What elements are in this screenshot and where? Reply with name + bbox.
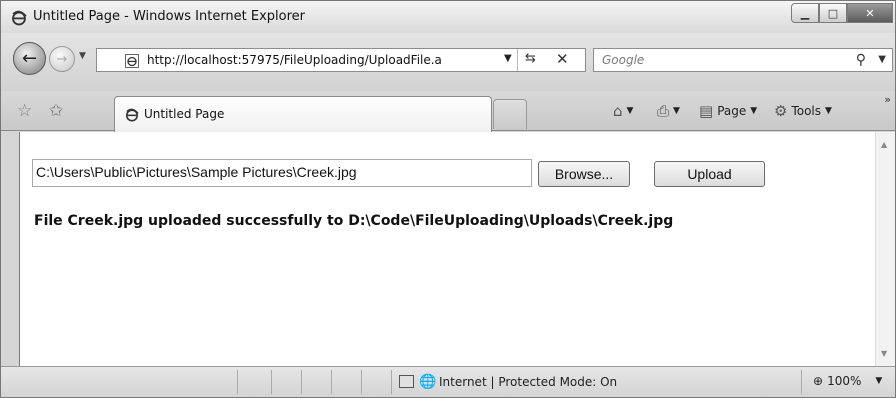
back-button[interactable]: ← (13, 42, 46, 75)
address-bar[interactable]: http://localhost:57975/FileUploading/Upl… (96, 48, 586, 72)
upload-button[interactable]: Upload (654, 161, 765, 187)
zoom-level: 100% (827, 374, 862, 388)
gear-icon: ⚙ (774, 102, 788, 120)
security-zone-text[interactable]: Internet | Protected Mode: On (439, 375, 617, 389)
search-icon[interactable]: ⚲ (856, 52, 866, 68)
zoom-control[interactable]: ⊕ 100% ▼ (813, 374, 882, 388)
status-divider (331, 370, 332, 394)
file-path-input[interactable]: C:\Users\Public\Pictures\Sample Pictures… (32, 159, 532, 187)
refresh-icon[interactable]: ⇆ (525, 51, 536, 66)
tools-menu-button[interactable]: ⚙ Tools ▼ (774, 102, 832, 120)
address-url[interactable]: http://localhost:57975/FileUploading/Upl… (147, 53, 490, 67)
home-button[interactable]: ⌂ ▼ (613, 102, 633, 120)
minimize-icon: ▁ (800, 6, 810, 20)
page-menu-label: Page (717, 104, 747, 118)
new-tab-button[interactable] (493, 99, 527, 129)
title-bar: Untitled Page - Windows Internet Explore… (1, 1, 895, 33)
status-bar: 🌐 Internet | Protected Mode: On ⊕ 100% ▼ (1, 366, 895, 397)
navigation-bar: ← → ▼ http://localhost:57975/FileUploadi… (1, 33, 895, 91)
page-favicon-icon (125, 54, 139, 68)
favorites-star-icon[interactable]: ☆ (17, 101, 32, 121)
maximize-icon: □ (827, 6, 839, 20)
status-divider (361, 370, 362, 394)
page-icon: ▤ (699, 102, 714, 120)
browse-button[interactable]: Browse... (538, 161, 630, 187)
window-title: Untitled Page - Windows Internet Explore… (33, 9, 306, 24)
status-divider (271, 370, 272, 394)
chevron-down-icon: ▼ (875, 376, 883, 386)
tab-title: Untitled Page (144, 107, 225, 121)
chevron-down-icon: ▼ (673, 106, 680, 116)
globe-icon: 🌐 (419, 374, 437, 390)
page-content: C:\Users\Public\Pictures\Sample Pictures… (19, 132, 875, 366)
back-arrow-icon: ← (21, 48, 38, 69)
caption-buttons: ▁ □ ✕ (791, 3, 893, 25)
status-divider (801, 370, 802, 394)
browser-window: Untitled Page - Windows Internet Explore… (0, 0, 896, 398)
history-dropdown-icon[interactable]: ▼ (79, 51, 86, 61)
upload-result-message: File Creek.jpg uploaded successfully to … (34, 213, 674, 229)
close-icon: ✕ (865, 6, 875, 20)
address-dropdown-icon[interactable]: ▼ (504, 53, 512, 64)
chevron-down-icon: ▼ (626, 106, 634, 116)
search-options-icon[interactable]: ▼ (878, 54, 886, 65)
command-bar: ☆ ✩ Untitled Page ⌂ ▼ ⎙ ▼ ▤ Page ▼ ⚙ Tools… (1, 91, 895, 132)
address-divider (517, 49, 518, 71)
status-divider (301, 370, 302, 394)
chevron-down-icon: ▼ (750, 106, 758, 116)
minimize-button[interactable]: ▁ (791, 3, 819, 23)
forward-button[interactable]: → (49, 46, 75, 72)
status-divider (237, 370, 238, 394)
print-button[interactable]: ⎙ ▼ (657, 102, 680, 120)
tools-menu-label: Tools (791, 104, 822, 118)
page-menu-button[interactable]: ▤ Page ▼ (699, 102, 757, 120)
search-box[interactable]: Google ⚲ ▼ (593, 48, 893, 72)
ie-logo-icon (12, 10, 27, 26)
zoom-icon: ⊕ (813, 374, 824, 388)
scroll-up-icon[interactable]: ▲ (881, 140, 887, 149)
add-favorites-icon[interactable]: ✩ (49, 101, 63, 121)
maximize-button[interactable]: □ (819, 3, 847, 23)
forward-arrow-icon: → (56, 51, 68, 67)
status-divider (391, 370, 392, 394)
tab-untitled-page[interactable]: Untitled Page (114, 96, 492, 132)
home-icon: ⌂ (613, 102, 623, 120)
close-button[interactable]: ✕ (847, 3, 893, 23)
stop-icon[interactable]: ✕ (556, 50, 569, 68)
more-commands-icon[interactable]: » (884, 93, 891, 106)
print-icon: ⎙ (657, 102, 670, 120)
ie-logo-icon (125, 108, 139, 122)
scroll-down-icon[interactable]: ▼ (881, 349, 887, 358)
popup-blocker-icon[interactable] (399, 375, 414, 388)
search-input[interactable]: Google (602, 53, 644, 67)
vertical-scrollbar[interactable]: ▲ ▼ (875, 132, 895, 366)
chevron-down-icon: ▼ (825, 106, 832, 116)
